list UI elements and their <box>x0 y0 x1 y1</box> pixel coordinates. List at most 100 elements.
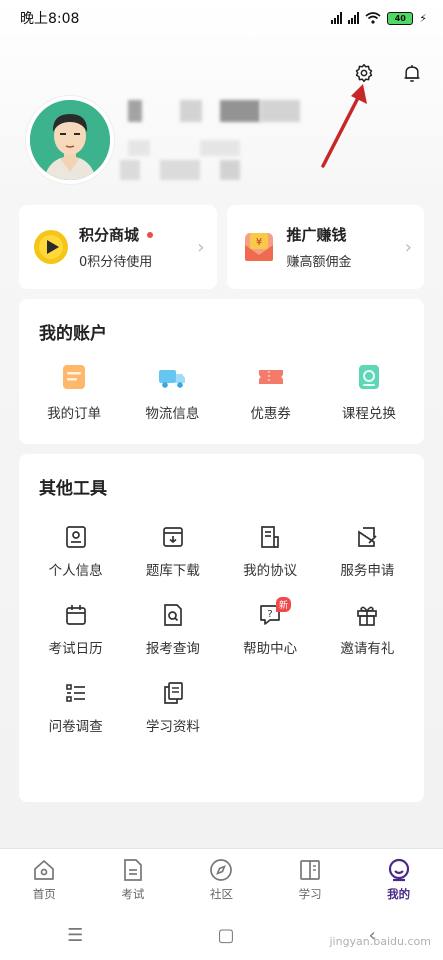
tool-label: 帮助中心 <box>243 641 298 657</box>
svg-text:?: ? <box>267 609 272 620</box>
tab-label: 考试 <box>121 886 145 901</box>
home-icon <box>34 859 55 880</box>
document-icon <box>261 526 279 548</box>
tool-label: 学习资料 <box>145 719 200 735</box>
open-book-icon <box>300 859 320 880</box>
charging-icon: ⚡ <box>419 11 427 25</box>
service-request-tool[interactable]: 服务申请 <box>319 525 416 579</box>
wifi-icon <box>365 12 381 24</box>
referral-card[interactable]: ¥ 推广赚钱 赚高额佣金 › <box>226 205 424 289</box>
tab-home[interactable]: 首页 <box>9 858 79 902</box>
tab-label: 社区 <box>209 886 233 901</box>
calendar-icon <box>65 605 86 625</box>
profile-header[interactable] <box>20 92 425 192</box>
question-bank-download-tool[interactable]: 题库下载 <box>124 525 221 579</box>
tool-label: 问卷调查 <box>48 719 103 735</box>
promo-subtitle: 赚高额佣金 <box>286 255 352 270</box>
exam-calendar-tool[interactable]: 考试日历 <box>27 603 124 657</box>
tab-label: 我的 <box>387 886 411 901</box>
user-info-redacted <box>200 140 240 156</box>
promo-subtitle: 0积分待使用 <box>79 255 153 270</box>
tab-community[interactable]: 社区 <box>186 858 256 902</box>
status-time: 晚上8:08 <box>20 11 80 27</box>
account-title: 我的账户 <box>39 324 107 344</box>
my-orders-item[interactable]: 我的订单 <box>29 362 119 422</box>
coupons-item[interactable]: 优惠券 <box>226 362 316 422</box>
edit-file-icon <box>358 527 377 547</box>
tab-label: 首页 <box>32 886 56 901</box>
menu-icon[interactable]: ☰ <box>67 925 83 946</box>
user-info-redacted <box>160 160 200 180</box>
study-materials-tool[interactable]: 学习资料 <box>124 681 221 735</box>
tool-label: 报考查询 <box>145 641 200 657</box>
exam-paper-icon <box>124 858 142 881</box>
coupon-icon <box>258 370 283 384</box>
avatar-illustration <box>30 100 110 180</box>
search-document-icon <box>164 604 182 626</box>
tool-label: 服务申请 <box>340 563 395 579</box>
truck-icon <box>159 370 186 388</box>
invite-rewards-tool[interactable]: 邀请有礼 <box>319 603 416 657</box>
tab-label: 学习 <box>298 886 322 901</box>
tool-label: 邀请有礼 <box>340 641 395 657</box>
user-info-redacted <box>128 140 150 156</box>
item-label: 课程兑换 <box>341 406 396 422</box>
tools-title: 其他工具 <box>39 479 107 499</box>
account-grid: 我的订单 物流信息 优惠券 课程兑换 <box>19 344 424 422</box>
tab-me[interactable]: 我的 <box>364 858 434 902</box>
watermark: jingyan.baidu.com <box>329 935 431 948</box>
logistics-item[interactable]: 物流信息 <box>127 362 217 422</box>
promo-title: 推广赚钱 <box>286 226 347 244</box>
chevron-right-icon: › <box>197 237 205 258</box>
notification-dot <box>147 231 154 238</box>
notifications-button[interactable] <box>401 62 423 84</box>
my-agreements-tool[interactable]: 我的协议 <box>222 525 319 579</box>
bell-icon <box>404 65 420 82</box>
avatar[interactable] <box>26 96 114 184</box>
promo-row: 积分商城 0积分待使用 › ¥ 推广赚钱 赚高额佣金 › <box>19 205 424 289</box>
download-box-icon <box>163 527 183 547</box>
username-redacted <box>260 100 300 122</box>
status-bar: 晚上8:08 40 ⚡ <box>0 0 443 36</box>
points-mall-card[interactable]: 积分商城 0积分待使用 › <box>19 205 217 289</box>
book-redeem-icon <box>358 365 379 389</box>
user-info-redacted <box>220 160 240 180</box>
item-label: 我的订单 <box>47 406 102 422</box>
tab-exam[interactable]: 考试 <box>98 858 168 902</box>
signal-icon <box>348 12 360 24</box>
battery-icon: 40 <box>387 11 414 25</box>
signal-icon <box>331 12 343 24</box>
tools-card: 其他工具 个人信息 题库下载 我的协议 服务申请 考试日历 报考查询 新 ? 帮… <box>19 454 424 802</box>
gift-icon <box>357 606 378 626</box>
checklist-icon <box>65 684 85 702</box>
help-center-tool[interactable]: 新 ? 帮助中心 <box>222 597 319 657</box>
promo-title: 积分商城 <box>79 226 140 244</box>
status-icons: 40 ⚡ <box>331 11 427 25</box>
course-redeem-item[interactable]: 课程兑换 <box>324 362 414 422</box>
survey-tool[interactable]: 问卷调查 <box>27 681 124 735</box>
tool-label: 个人信息 <box>48 563 103 579</box>
personal-info-tool[interactable]: 个人信息 <box>27 525 124 579</box>
tool-label: 题库下载 <box>145 563 200 579</box>
new-badge: 新 <box>275 597 291 612</box>
exam-registration-query-tool[interactable]: 报考查询 <box>124 603 221 657</box>
tool-label: 我的协议 <box>243 563 298 579</box>
account-card: 我的账户 我的订单 物流信息 优惠券 课程兑换 <box>19 299 424 444</box>
username-redacted <box>180 100 202 122</box>
item-label: 物流信息 <box>145 406 200 422</box>
tab-study[interactable]: 学习 <box>275 858 345 902</box>
copy-docs-icon <box>164 682 183 704</box>
orders-icon <box>63 365 86 389</box>
home-square-icon[interactable]: ▢ <box>217 925 234 946</box>
chevron-right-icon: › <box>404 237 412 258</box>
tool-label: 考试日历 <box>48 641 103 657</box>
svg-text:¥: ¥ <box>255 237 261 248</box>
username-redacted <box>220 100 260 122</box>
compass-icon <box>210 858 233 881</box>
id-card-icon <box>65 526 86 548</box>
red-envelope-icon: ¥ <box>244 233 273 261</box>
bottom-tab-bar: 首页 考试 社区 学习 我的 <box>0 848 443 910</box>
user-info-redacted <box>120 160 140 180</box>
tools-grid: 个人信息 题库下载 我的协议 服务申请 考试日历 报考查询 新 ? 帮助中心 邀… <box>19 499 424 735</box>
username-redacted <box>128 100 142 122</box>
